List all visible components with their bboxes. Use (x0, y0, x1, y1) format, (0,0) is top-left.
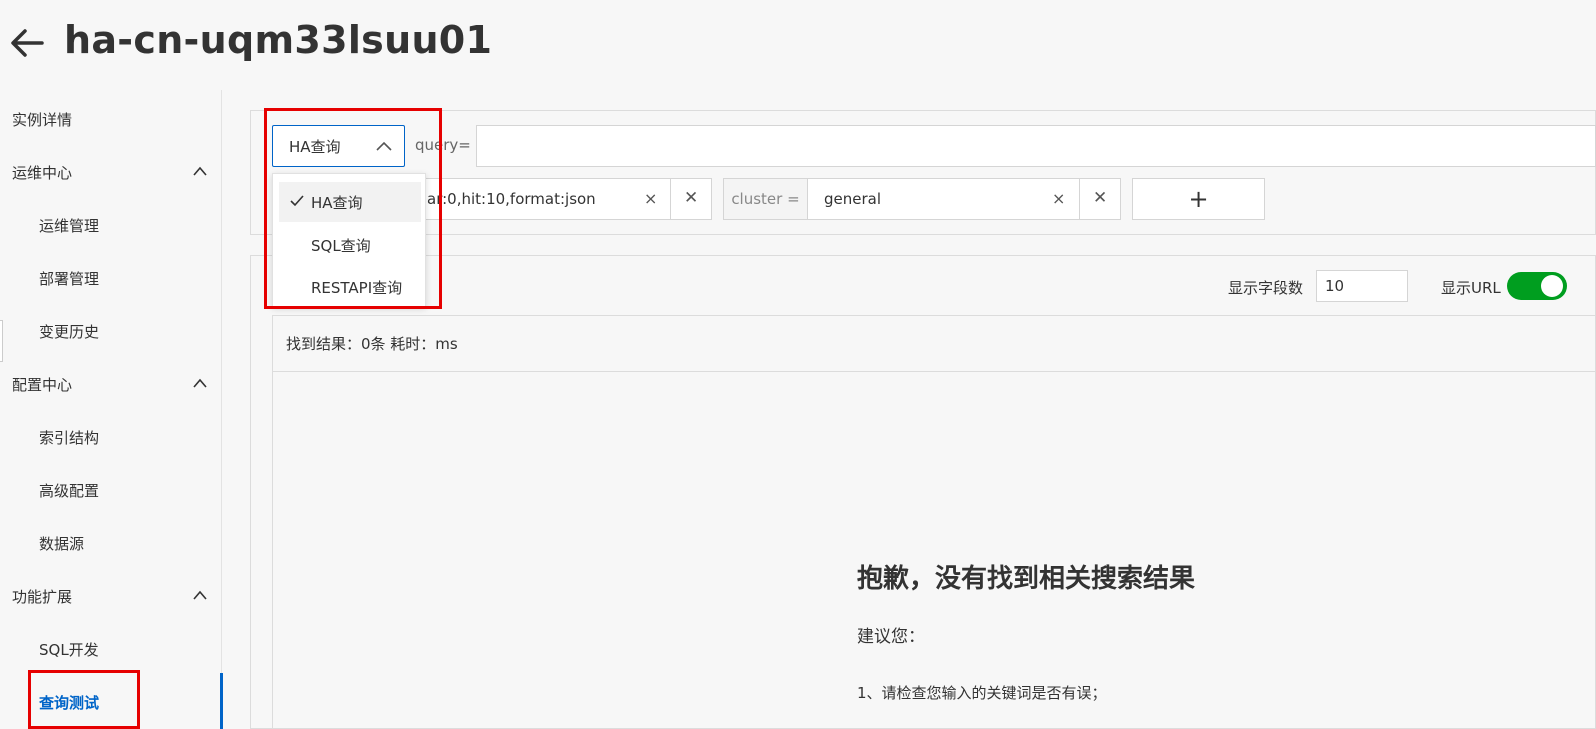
dropdown-option-label: HA查询 (311, 193, 363, 212)
sidebar-item-label: 配置中心 (12, 375, 73, 394)
sidebar: 实例详情 运维中心 运维管理 部署管理 变更历史 配置中心 索引结构 高级配置 … (0, 90, 222, 729)
sidebar-item-label: 高级配置 (39, 481, 100, 500)
sidebar-item-label: 部署管理 (39, 269, 100, 288)
sidebar-group-config-center[interactable]: 配置中心 (0, 369, 220, 399)
sidebar-item-label: SQL开发 (39, 640, 99, 659)
dropdown-option-sql-query[interactable]: SQL查询 (279, 225, 421, 265)
check-icon (290, 195, 304, 207)
sidebar-item-index-schema[interactable]: 索引结构 (0, 422, 220, 452)
chevron-up-icon (193, 166, 207, 176)
cluster-tag: cluster = general × ✕ (723, 178, 1121, 220)
sidebar-item-advanced-config[interactable]: 高级配置 (0, 475, 220, 505)
config-tag-value: ar:0,hit:10,format:json (427, 190, 596, 208)
sidebar-item-label: 功能扩展 (12, 587, 73, 606)
query-label: query= (415, 136, 471, 154)
dropdown-option-label: RESTAPI查询 (311, 278, 403, 297)
remove-tag-icon[interactable]: ✕ (1093, 188, 1107, 208)
sidebar-item-label: 数据源 (39, 534, 85, 553)
sidebar-item-change-history[interactable]: 变更历史 (0, 316, 220, 346)
field-count-input[interactable] (1316, 270, 1408, 302)
sidebar-item-query-test[interactable]: 查询测试 (0, 687, 220, 717)
cluster-prefix: cluster = (724, 179, 808, 219)
dropdown-option-label: SQL查询 (311, 236, 371, 255)
sidebar-item-label: 实例详情 (12, 110, 73, 129)
active-indicator (220, 673, 223, 729)
sidebar-item-label: 查询测试 (39, 693, 100, 712)
remove-tag-icon[interactable]: ✕ (684, 188, 698, 208)
add-parameter-button[interactable]: + (1132, 178, 1265, 220)
dropdown-option-restapi-query[interactable]: RESTAPI查询 (279, 267, 421, 307)
sidebar-item-label: 运维中心 (12, 163, 73, 182)
sidebar-item-label: 运维管理 (39, 216, 100, 235)
empty-suggest: 建议您： (857, 627, 925, 647)
chevron-up-icon (376, 141, 392, 151)
sidebar-group-ops-center[interactable]: 运维中心 (0, 157, 220, 187)
cluster-tag-value: general (824, 190, 882, 208)
sidebar-collapse-handle[interactable] (0, 320, 3, 362)
page-header: ha-cn-uqm33lsuu01 (0, 0, 1596, 90)
divider (1079, 179, 1080, 219)
sidebar-item-instance-detail[interactable]: 实例详情 (0, 104, 220, 134)
show-url-label: 显示URL (1441, 279, 1501, 297)
sidebar-item-ops-management[interactable]: 运维管理 (0, 210, 220, 240)
sidebar-item-sql-dev[interactable]: SQL开发 (0, 634, 220, 664)
clear-icon[interactable]: × (1052, 189, 1065, 208)
sidebar-item-deploy-management[interactable]: 部署管理 (0, 263, 220, 293)
page-title: ha-cn-uqm33lsuu01 (64, 18, 493, 62)
empty-tip: 1、请检查您输入的关键词是否有误； (857, 684, 1107, 702)
result-box (272, 315, 1596, 729)
empty-title: 抱歉，没有找到相关搜索结果 (857, 564, 1196, 594)
chevron-up-icon (193, 590, 207, 600)
query-mode-dropdown: HA查询 SQL查询 RESTAPI查询 (272, 173, 426, 307)
clear-icon[interactable]: × (644, 189, 657, 208)
chevron-up-icon (193, 378, 207, 388)
sidebar-group-extensions[interactable]: 功能扩展 (0, 581, 220, 611)
query-input[interactable] (476, 125, 1596, 167)
result-summary: 找到结果：0条 耗时：ms (272, 315, 1596, 372)
show-url-toggle[interactable] (1507, 272, 1567, 300)
sidebar-item-label: 索引结构 (39, 428, 100, 447)
back-arrow-icon[interactable] (8, 24, 46, 62)
query-mode-value: HA查询 (289, 137, 341, 156)
sidebar-item-data-source[interactable]: 数据源 (0, 528, 220, 558)
dropdown-option-ha-query[interactable]: HA查询 (279, 182, 421, 222)
sidebar-item-label: 变更历史 (39, 322, 100, 341)
divider (670, 179, 671, 219)
query-mode-select[interactable]: HA查询 (272, 125, 405, 167)
toggle-knob (1541, 275, 1563, 297)
field-count-label: 显示字段数 (1228, 279, 1304, 297)
